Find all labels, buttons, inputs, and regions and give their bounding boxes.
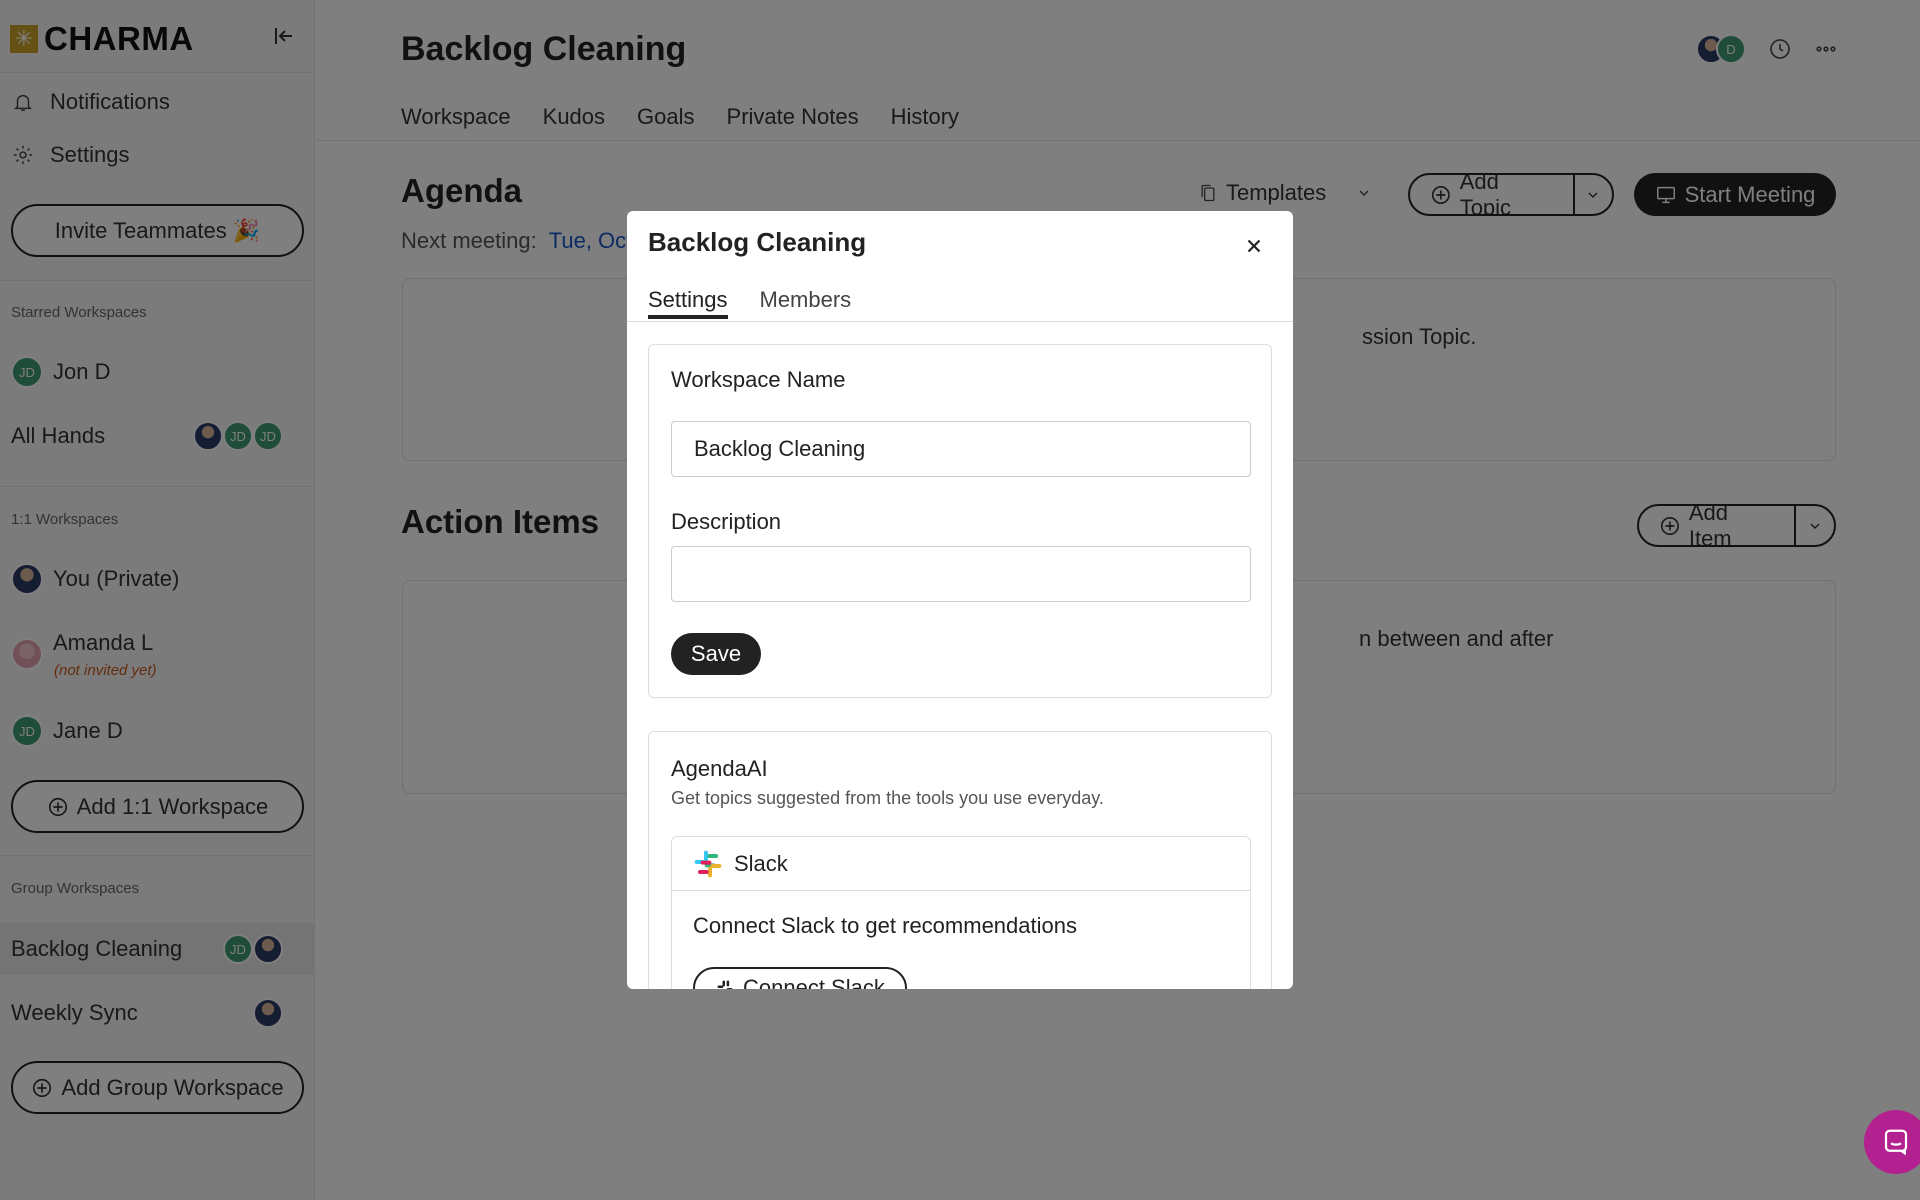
slack-header: Slack	[672, 837, 1250, 891]
modal-tabs: Settings Members	[648, 287, 851, 319]
chat-icon	[1884, 1129, 1908, 1156]
connect-slack-button[interactable]: Connect Slack	[693, 967, 907, 989]
close-icon[interactable]	[1243, 235, 1265, 257]
chat-launcher-button[interactable]	[1864, 1110, 1920, 1174]
description-input[interactable]	[671, 546, 1251, 602]
workspace-details-panel: Workspace Name Description Save	[648, 344, 1272, 698]
agendaai-title: AgendaAI	[671, 756, 768, 781]
slack-label: Slack	[734, 850, 788, 876]
agendaai-panel: AgendaAI Get topics suggested from the t…	[648, 731, 1272, 989]
workspace-settings-modal: Backlog Cleaning Settings Members Worksp…	[627, 211, 1293, 989]
slack-description: Connect Slack to get recommendations	[693, 913, 1077, 938]
save-button[interactable]: Save	[671, 633, 761, 675]
slack-integration-card: Slack Connect Slack to get recommendatio…	[671, 836, 1251, 989]
description-label: Description	[671, 509, 782, 534]
workspace-name-input[interactable]	[671, 421, 1251, 477]
divider	[627, 321, 1293, 322]
agendaai-subtitle: Get topics suggested from the tools you …	[671, 788, 1104, 808]
tab-members[interactable]: Members	[760, 287, 852, 319]
slack-mono-icon	[717, 980, 733, 989]
button-label: Connect Slack	[743, 975, 885, 989]
tab-settings[interactable]: Settings	[648, 287, 728, 319]
workspace-name-label: Workspace Name	[671, 367, 846, 392]
modal-title: Backlog Cleaning	[648, 227, 867, 257]
slack-logo-icon	[694, 850, 722, 877]
